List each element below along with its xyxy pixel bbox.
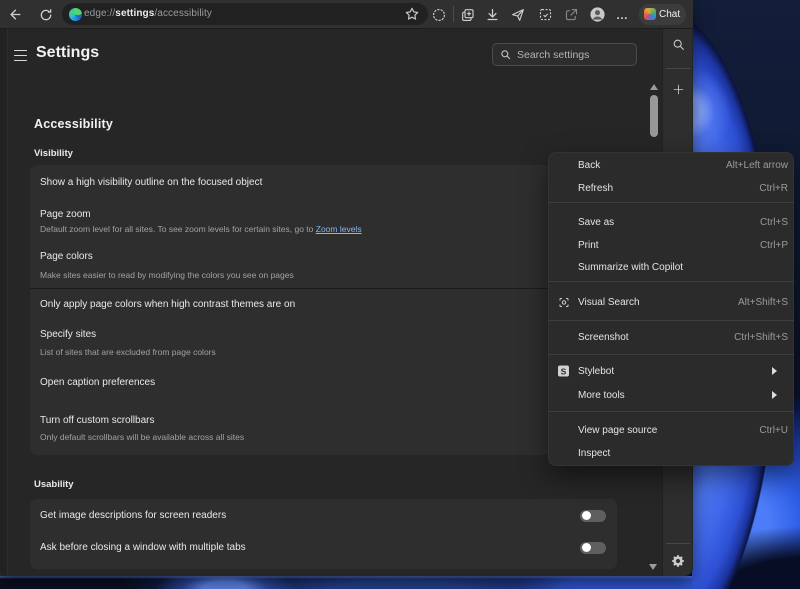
collections-icon xyxy=(461,8,474,21)
toggle-ask-before-closing[interactable] xyxy=(580,541,606,554)
setting-row-title[interactable]: Open caption preferences xyxy=(40,377,155,388)
plus-icon xyxy=(673,84,683,95)
usability-card: Get image descriptions for screen reader… xyxy=(30,499,617,569)
setting-row-subtitle: Default zoom level for all sites. To see… xyxy=(40,223,362,234)
url-text: edge://settings/accessibility xyxy=(84,8,212,19)
rail-separator-bottom xyxy=(666,543,690,544)
menu-item-back[interactable]: Back Alt+Left arrow xyxy=(548,154,794,176)
menu-separator xyxy=(548,320,794,321)
scrollbar-thumb[interactable] xyxy=(650,95,658,137)
stylebot-icon: S xyxy=(557,365,570,378)
downloads-icon xyxy=(487,8,498,21)
chat-button-label: Chat xyxy=(659,8,681,20)
menu-item-refresh[interactable]: Refresh Ctrl+R xyxy=(548,177,794,199)
refresh-button[interactable] xyxy=(35,4,56,25)
sidebar-settings-button[interactable] xyxy=(663,554,693,568)
scrollbar-up-arrow[interactable] xyxy=(650,84,658,90)
copilot-chat-button[interactable]: Chat xyxy=(639,3,686,25)
back-button[interactable] xyxy=(5,4,26,25)
setting-row-subtitle: Make sites easier to read by modifying t… xyxy=(40,269,294,280)
scrollbar-down-arrow[interactable] xyxy=(649,564,657,570)
section-heading-visibility: Visibility xyxy=(34,148,73,159)
share-icon xyxy=(565,8,578,21)
setting-row-title[interactable]: Turn off custom scrollbars xyxy=(40,415,154,426)
gear-icon xyxy=(672,555,684,567)
web-capture-button[interactable] xyxy=(535,4,556,25)
profile-avatar-icon xyxy=(590,7,605,22)
more-options-button[interactable]: … xyxy=(612,4,633,25)
search-icon xyxy=(500,49,511,60)
sidebar-add-button[interactable] xyxy=(663,83,693,96)
menu-item-screenshot[interactable]: Screenshot Ctrl+Shift+S xyxy=(548,327,794,349)
browser-essentials-icon xyxy=(432,8,445,21)
page-title: Accessibility xyxy=(34,117,114,131)
setting-row-title[interactable]: Ask before closing a window with multipl… xyxy=(40,542,246,553)
desktop-wallpaper-bottom xyxy=(0,576,692,589)
settings-title: Settings xyxy=(36,44,100,61)
setting-row-title[interactable]: Only apply page colors when high contras… xyxy=(40,299,295,310)
setting-row-subtitle: Only default scrollbars will be availabl… xyxy=(40,431,245,442)
submenu-chevron-icon xyxy=(772,391,777,399)
menu-item-stylebot[interactable]: S Stylebot xyxy=(548,360,794,382)
setting-row-title[interactable]: Get image descriptions for screen reader… xyxy=(40,510,226,521)
sidebar-search-button[interactable] xyxy=(663,38,693,51)
address-bar[interactable]: edge://settings/accessibility xyxy=(62,3,428,25)
sidebar-search-icon xyxy=(673,39,684,50)
rail-separator-top xyxy=(666,67,690,69)
menu-item-save-as[interactable]: Save as Ctrl+S xyxy=(548,212,794,234)
browser-toolbar: edge://settings/accessibility … Chat xyxy=(0,0,693,29)
share-button[interactable] xyxy=(561,4,582,25)
search-placeholder: Search settings xyxy=(517,48,590,61)
back-icon xyxy=(10,9,21,20)
settings-search-input[interactable]: Search settings xyxy=(492,43,637,66)
toggle-knob xyxy=(582,543,591,552)
toolbar-separator xyxy=(453,6,454,22)
submenu-chevron-icon xyxy=(772,367,777,375)
menu-item-print[interactable]: Print Ctrl+P xyxy=(548,235,794,257)
downloads-button[interactable] xyxy=(482,4,503,25)
refresh-icon xyxy=(40,8,51,20)
menu-separator xyxy=(548,281,794,282)
card-divider xyxy=(30,288,617,289)
menu-item-more-tools[interactable]: More tools xyxy=(548,384,794,406)
visual-search-icon xyxy=(557,296,570,309)
zoom-levels-link[interactable]: Zoom levels xyxy=(316,224,362,234)
send-icon xyxy=(511,8,524,21)
toggle-image-descriptions[interactable] xyxy=(580,509,606,522)
profile-button[interactable] xyxy=(587,4,608,25)
menu-item-inspect[interactable]: Inspect xyxy=(548,442,794,464)
favorite-star-icon[interactable] xyxy=(404,6,420,22)
toggle-knob xyxy=(582,511,591,520)
section-heading-usability: Usability xyxy=(34,478,74,490)
edge-logo-icon xyxy=(69,7,82,21)
menu-item-view-page-source[interactable]: View page source Ctrl+U xyxy=(548,420,794,442)
send-button[interactable] xyxy=(507,4,528,25)
visibility-card: Show a high visibility outline on the fo… xyxy=(30,165,617,455)
context-menu: Back Alt+Left arrow Refresh Ctrl+R Save as… xyxy=(548,152,794,466)
collections-button[interactable] xyxy=(457,4,478,25)
setting-row-title[interactable]: Specify sites xyxy=(40,329,96,340)
page-left-gutter xyxy=(0,29,8,576)
menu-separator xyxy=(548,354,794,355)
copilot-logo-icon xyxy=(644,8,656,20)
menu-item-visual-search[interactable]: Visual Search Alt+Shift+S xyxy=(548,292,794,314)
web-capture-icon xyxy=(539,8,552,21)
menu-item-summarize-with-copilot[interactable]: Summarize with Copilot xyxy=(548,257,794,279)
setting-row-subtitle: List of sites that are excluded from pag… xyxy=(40,347,216,357)
ellipsis-icon: … xyxy=(616,7,629,22)
setting-row-title[interactable]: Page colors xyxy=(40,251,93,262)
setting-row-title[interactable]: Page zoom xyxy=(40,209,91,220)
menu-separator xyxy=(548,411,794,412)
settings-menu-button[interactable] xyxy=(14,50,27,61)
menu-separator xyxy=(548,201,794,203)
browser-essentials-button[interactable] xyxy=(428,4,449,25)
setting-row-title[interactable]: Show a high visibility outline on the fo… xyxy=(40,177,262,188)
